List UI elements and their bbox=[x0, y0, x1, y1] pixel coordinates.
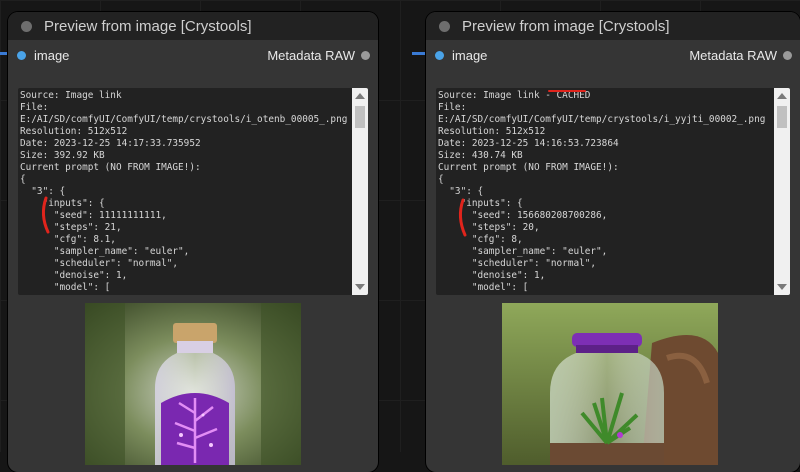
cached-underline-annotation bbox=[548, 90, 586, 92]
annotation-overlay bbox=[41, 196, 467, 237]
